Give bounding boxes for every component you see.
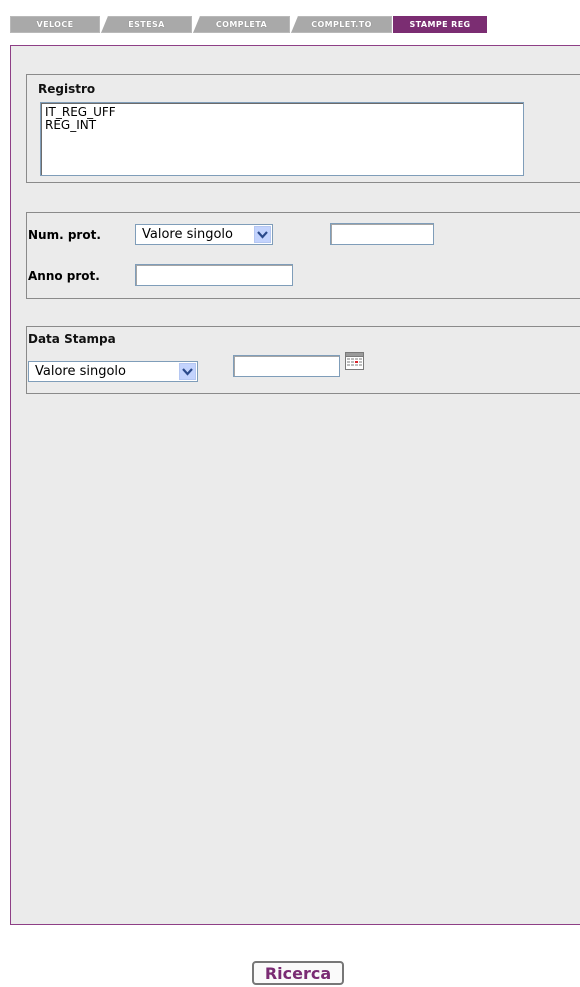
num-prot-mode-select[interactable]: Valore singolo — [135, 224, 273, 245]
anno-prot-input[interactable] — [135, 264, 293, 286]
num-prot-input[interactable] — [330, 223, 434, 245]
tab-completa[interactable]: COMPLETA — [193, 16, 290, 33]
chevron-down-icon[interactable] — [179, 363, 196, 380]
tab-stampe-reg[interactable]: STAMPE REG — [393, 16, 487, 33]
anno-prot-label: Anno prot. — [28, 269, 100, 283]
tab-veloce[interactable]: VELOCE — [10, 16, 100, 33]
data-stampa-input[interactable] — [233, 355, 340, 377]
protocollo-fieldset: Num. prot. Valore singolo Anno prot. — [26, 212, 580, 299]
registro-option[interactable]: IT_REG_UFF — [45, 106, 519, 119]
registro-listbox[interactable]: IT_REG_UFF REG_INT — [40, 102, 524, 176]
tab-completo[interactable]: COMPLET.TO — [291, 16, 392, 33]
search-button[interactable]: Ricerca — [252, 961, 344, 985]
data-stampa-mode-select[interactable]: Valore singolo — [28, 361, 198, 382]
registro-option[interactable]: REG_INT — [45, 119, 519, 132]
chevron-down-icon[interactable] — [254, 226, 271, 243]
data-stampa-fieldset: Data Stampa Valore singolo — [26, 326, 580, 394]
calendar-icon[interactable] — [345, 352, 364, 370]
registro-legend: Registro — [38, 82, 96, 96]
search-panel: Registro IT_REG_UFF REG_INT Num. prot. V… — [10, 45, 580, 925]
data-stampa-mode-value: Valore singolo — [35, 364, 126, 379]
registro-fieldset: Registro IT_REG_UFF REG_INT — [26, 74, 580, 183]
tab-estesa[interactable]: ESTESA — [101, 16, 192, 33]
num-prot-label: Num. prot. — [28, 228, 101, 242]
num-prot-mode-value: Valore singolo — [142, 227, 233, 242]
data-stampa-legend: Data Stampa — [28, 332, 116, 346]
